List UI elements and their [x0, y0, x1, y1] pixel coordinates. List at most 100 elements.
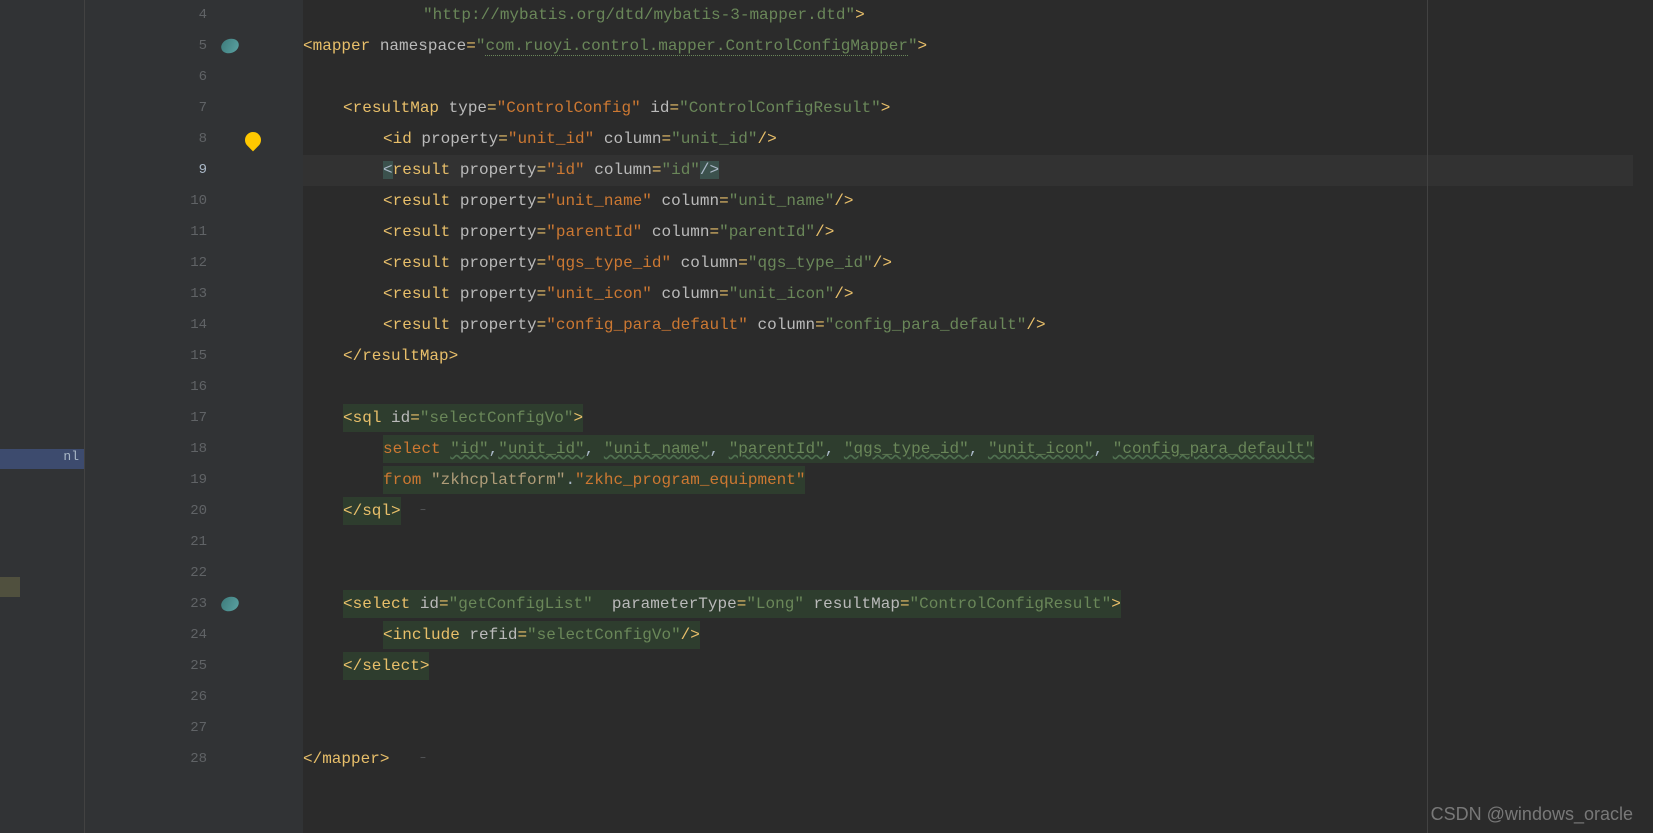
- code-token: =: [487, 99, 497, 117]
- spring-bean-icon[interactable]: [219, 594, 241, 613]
- code-token: >: [420, 657, 430, 675]
- code-token: =: [466, 37, 476, 55]
- code-token: =: [737, 595, 747, 613]
- code-line[interactable]: <result property="id" column="id"/>: [303, 155, 1633, 186]
- code-token: type: [449, 99, 487, 117]
- code-token: result: [393, 254, 460, 272]
- line-number[interactable]: 15: [85, 341, 207, 372]
- line-number[interactable]: 24: [85, 620, 207, 651]
- code-token: property: [460, 285, 537, 303]
- watermark-text: CSDN @windows_oracle: [1431, 804, 1633, 825]
- code-line[interactable]: [303, 558, 1633, 589]
- code-line[interactable]: [303, 62, 1633, 93]
- code-token: "config_para_default": [825, 316, 1027, 334]
- code-line[interactable]: from "zkhcplatform"."zkhc_program_equipm…: [303, 465, 1633, 496]
- code-token: "ControlConfigResult": [679, 99, 881, 117]
- spring-bean-icon[interactable]: [219, 36, 241, 55]
- code-token: <: [383, 130, 393, 148]
- line-number[interactable]: 8: [85, 124, 207, 155]
- code-token: property: [460, 316, 537, 334]
- code-line[interactable]: </sql>: [303, 496, 1633, 527]
- code-line[interactable]: [303, 713, 1633, 744]
- line-number[interactable]: 17: [85, 403, 207, 434]
- code-content-area[interactable]: "http://mybatis.org/dtd/mybatis-3-mapper…: [303, 0, 1633, 833]
- code-token: property: [421, 130, 498, 148]
- code-token: from: [383, 471, 431, 489]
- code-token: =: [410, 409, 420, 427]
- code-line[interactable]: </mapper>: [303, 744, 1633, 775]
- line-number[interactable]: 21: [85, 527, 207, 558]
- sidebar-file-item[interactable]: nl: [0, 449, 84, 469]
- code-token: id: [393, 130, 422, 148]
- code-token: =: [537, 285, 547, 303]
- code-token: =: [709, 223, 719, 241]
- line-number[interactable]: 6: [85, 62, 207, 93]
- code-line[interactable]: <include refid="selectConfigVo"/>: [303, 620, 1633, 651]
- code-line[interactable]: <result property="config_para_default" c…: [303, 310, 1633, 341]
- code-token: =: [815, 316, 825, 334]
- line-number-gutter[interactable]: 4567891011121314151617181920212223242526…: [85, 0, 213, 833]
- code-line[interactable]: <sql id="selectConfigVo">: [303, 403, 1633, 434]
- code-token: result: [393, 161, 460, 179]
- code-token: =: [719, 285, 729, 303]
- code-line[interactable]: <result property="unit_icon" column="uni…: [303, 279, 1633, 310]
- project-sidebar[interactable]: nl: [0, 0, 85, 833]
- code-token: =: [537, 223, 547, 241]
- code-token: property: [460, 223, 537, 241]
- line-number[interactable]: 10: [85, 186, 207, 217]
- code-token: result: [393, 192, 460, 210]
- code-token: "config_para_default": [1113, 440, 1315, 458]
- code-line[interactable]: </resultMap>: [303, 341, 1633, 372]
- code-line[interactable]: select "id","unit_id", "unit_name", "par…: [303, 434, 1633, 465]
- code-line[interactable]: [303, 527, 1633, 558]
- line-number[interactable]: 25: [85, 651, 207, 682]
- line-number[interactable]: 7: [85, 93, 207, 124]
- code-token: namespace: [380, 37, 466, 55]
- line-number[interactable]: 11: [85, 217, 207, 248]
- code-line[interactable]: <mapper namespace="com.ruoyi.control.map…: [303, 31, 1633, 62]
- code-token: select: [353, 595, 420, 613]
- code-line[interactable]: "http://mybatis.org/dtd/mybatis-3-mapper…: [303, 0, 1633, 31]
- line-number[interactable]: 20: [85, 496, 207, 527]
- code-token: =: [537, 254, 547, 272]
- code-line[interactable]: <result property="qgs_type_id" column="q…: [303, 248, 1633, 279]
- code-editor[interactable]: 4567891011121314151617181920212223242526…: [85, 0, 1653, 833]
- gutter-icons-area: −−−−−−−−−−: [213, 0, 303, 833]
- code-token: mapper: [313, 37, 380, 55]
- code-line[interactable]: [303, 372, 1633, 403]
- line-number[interactable]: 19: [85, 465, 207, 496]
- code-line[interactable]: </select>: [303, 651, 1633, 682]
- line-number[interactable]: 5: [85, 31, 207, 62]
- line-number[interactable]: 16: [85, 372, 207, 403]
- line-number[interactable]: 27: [85, 713, 207, 744]
- code-token: column: [652, 285, 719, 303]
- code-token: />: [700, 161, 719, 179]
- code-token: "qgs_type_id": [748, 254, 873, 272]
- code-token: "Long": [746, 595, 804, 613]
- code-line[interactable]: <result property="parentId" column="pare…: [303, 217, 1633, 248]
- line-number[interactable]: 23: [85, 589, 207, 620]
- line-number[interactable]: 28: [85, 744, 207, 775]
- line-number[interactable]: 18: [85, 434, 207, 465]
- code-token: </: [343, 502, 362, 520]
- code-token: >: [573, 409, 583, 427]
- line-number[interactable]: 14: [85, 310, 207, 341]
- code-line[interactable]: [303, 682, 1633, 713]
- code-line[interactable]: <result property="unit_name" column="uni…: [303, 186, 1633, 217]
- line-number[interactable]: 9: [85, 155, 207, 186]
- code-token: ,: [489, 440, 499, 458]
- code-token: "unit_name": [729, 192, 835, 210]
- code-token: "config_para_default": [546, 316, 748, 334]
- intention-bulb-icon[interactable]: [242, 129, 265, 152]
- line-number[interactable]: 12: [85, 248, 207, 279]
- code-token: <: [383, 285, 393, 303]
- code-token: "unit_name": [546, 192, 652, 210]
- line-number[interactable]: 13: [85, 279, 207, 310]
- code-line[interactable]: <select id="getConfigList" parameterType…: [303, 589, 1633, 620]
- line-number[interactable]: 22: [85, 558, 207, 589]
- line-number[interactable]: 4: [85, 0, 207, 31]
- line-number[interactable]: 26: [85, 682, 207, 713]
- scroll-markers[interactable]: [1639, 0, 1653, 833]
- code-line[interactable]: <id property="unit_id" column="unit_id"/…: [303, 124, 1633, 155]
- code-line[interactable]: <resultMap type="ControlConfig" id="Cont…: [303, 93, 1633, 124]
